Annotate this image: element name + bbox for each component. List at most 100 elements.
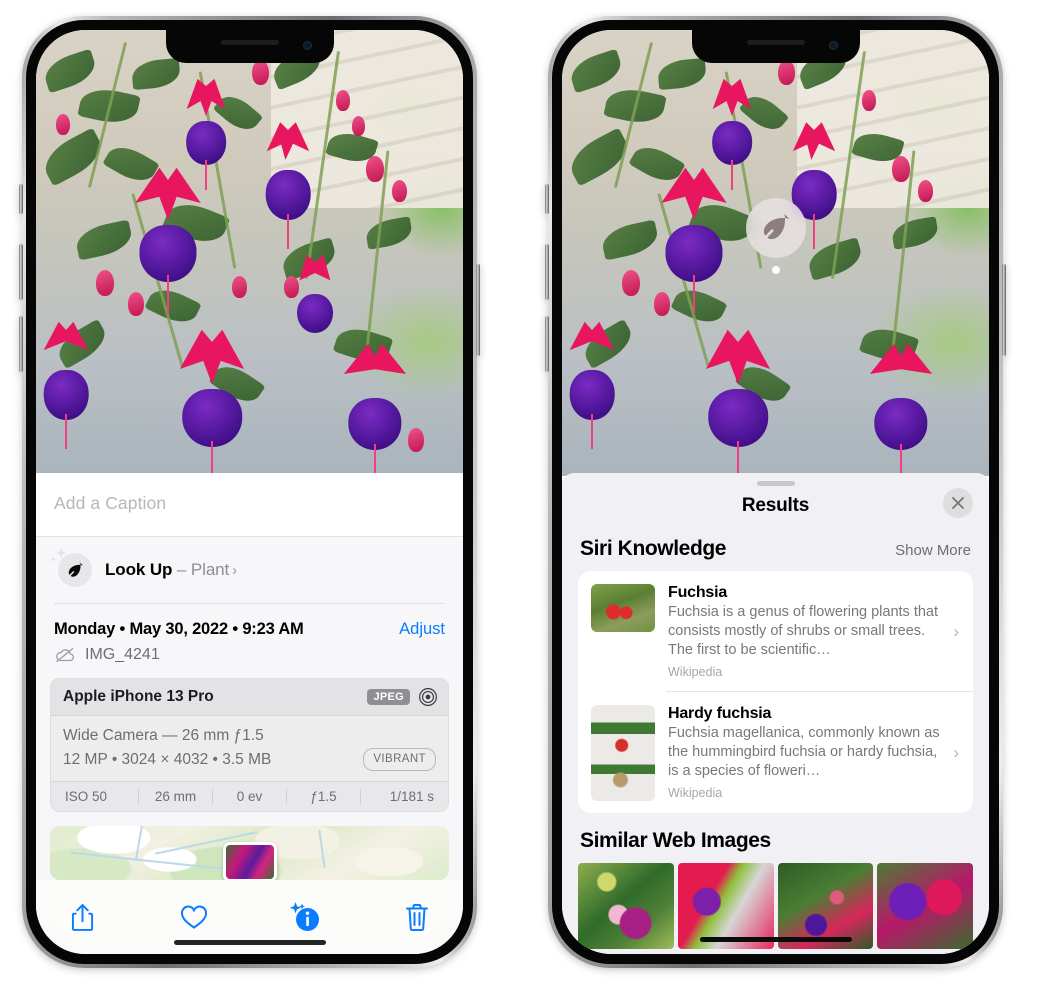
favorite-button[interactable] (172, 897, 216, 937)
info-button[interactable] (283, 897, 327, 937)
heart-icon (180, 905, 207, 929)
notch (691, 30, 860, 63)
caption-field[interactable]: Add a Caption (36, 473, 463, 537)
camera-header-right: JPEG (367, 687, 438, 707)
earpiece-speaker (746, 40, 805, 45)
share-button[interactable] (60, 897, 104, 937)
power-button[interactable] (476, 264, 480, 356)
knowledge-source: Wikipedia (668, 665, 723, 680)
photo-viewer[interactable] (562, 30, 989, 476)
flower (332, 343, 418, 476)
front-camera-icon (828, 41, 838, 50)
flower (648, 167, 740, 314)
flower (690, 329, 786, 476)
flower (858, 343, 944, 476)
show-more-button[interactable]: Show More (895, 542, 971, 559)
siri-knowledge-header: Siri Knowledge Show More (562, 531, 989, 571)
photo-viewer[interactable] (36, 30, 463, 476)
photo-info-sheet: Add a Caption Look Up – Plant › Monday •… (36, 473, 463, 954)
flower (252, 122, 324, 250)
device-bezel: Add a Caption Look Up – Plant › Monday •… (26, 20, 473, 964)
flower (286, 254, 344, 338)
chevron-right-icon: › (953, 621, 959, 641)
trash-icon (405, 903, 428, 931)
web-image-thumbnail[interactable] (877, 862, 973, 949)
camera-aperture-icon (419, 687, 437, 706)
volume-down-button[interactable] (19, 316, 23, 372)
iphone-left: Add a Caption Look Up – Plant › Monday •… (19, 16, 480, 968)
share-icon (71, 903, 93, 931)
iphone-right: Results Siri Knowledge Show More Fuchsia… (545, 16, 1006, 968)
knowledge-thumbnail (591, 704, 655, 801)
knowledge-body: Hardy fuchsia Fuchsia magellanica, commo… (668, 705, 940, 800)
results-sheet: Results Siri Knowledge Show More Fuchsia… (562, 473, 989, 954)
close-button[interactable] (943, 488, 973, 518)
volume-down-button[interactable] (545, 316, 549, 372)
leaf-icon-container (745, 198, 806, 258)
leaf-icon (763, 213, 789, 240)
camera-body: Wide Camera — 26 mm ƒ1.5 12 MP • 3024 × … (51, 715, 448, 781)
map-photo-pin[interactable] (222, 842, 277, 880)
screen-right: Results Siri Knowledge Show More Fuchsia… (562, 30, 989, 954)
volume-up-button[interactable] (545, 244, 549, 300)
home-indicator[interactable] (173, 940, 326, 945)
flower (562, 321, 628, 450)
knowledge-description: Fuchsia is a genus of flowering plants t… (668, 604, 939, 659)
close-icon (952, 497, 964, 509)
photo-date: Monday • May 30, 2022 • 9:23 AM (54, 619, 304, 638)
look-up-subject: Plant (190, 560, 230, 579)
similar-web-images-row[interactable] (562, 862, 989, 949)
device-bezel: Results Siri Knowledge Show More Fuchsia… (552, 20, 999, 964)
adjust-button[interactable]: Adjust (399, 620, 445, 639)
knowledge-source: Wikipedia (668, 786, 723, 801)
date-row: Monday • May 30, 2022 • 9:23 AM Adjust (36, 604, 463, 641)
knowledge-title: Fuchsia (668, 584, 728, 601)
siri-knowledge-card: Fuchsia Fuchsia is a genus of flowering … (578, 571, 973, 813)
results-header: Results (562, 486, 989, 531)
web-image-thumbnail[interactable] (777, 862, 874, 949)
list-item[interactable]: Hardy fuchsia Fuchsia magellanica, commo… (578, 692, 973, 813)
visual-lookup-badge[interactable] (745, 198, 806, 274)
power-button[interactable] (1002, 264, 1006, 356)
exif-focal: 26 mm (154, 788, 197, 804)
web-image-thumbnail[interactable] (578, 862, 674, 949)
volume-up-button[interactable] (19, 244, 23, 300)
section-title-similar-web-images: Similar Web Images (580, 828, 771, 852)
flower (164, 329, 260, 476)
look-up-title: Look Up (105, 560, 173, 579)
similar-web-images-header: Similar Web Images (562, 813, 989, 861)
list-item[interactable]: Fuchsia Fuchsia is a genus of flowering … (578, 571, 973, 691)
camera-lens: Wide Camera — 26 mm ƒ1.5 (63, 726, 264, 744)
filename: IMG_4241 (85, 645, 160, 663)
delete-button[interactable] (395, 897, 439, 937)
exif-iso: ISO 50 (65, 788, 108, 804)
filename-row: IMG_4241 (36, 641, 463, 678)
exif-row: ISO 50 26 mm 0 ev ƒ1.5 1/181 s (51, 780, 448, 811)
map-pin-thumbnail (225, 845, 274, 879)
photo-toolbar (36, 880, 463, 954)
mute-switch[interactable] (545, 184, 549, 214)
mute-switch[interactable] (19, 184, 23, 214)
notch (165, 30, 334, 63)
sparkles-icon (48, 547, 72, 571)
flower (36, 321, 102, 450)
exif-ev: 0 ev (236, 788, 263, 804)
screenshot-stage: Add a Caption Look Up – Plant › Monday •… (0, 0, 1055, 985)
icloud-slash-icon (56, 647, 74, 662)
earpiece-speaker (220, 40, 279, 45)
knowledge-thumbnail (591, 584, 655, 632)
camera-header: Apple iPhone 13 Pro JPEG (51, 678, 448, 716)
knowledge-title: Hardy fuchsia (668, 704, 772, 722)
flower (122, 167, 214, 314)
exif-aperture: ƒ1.5 (310, 788, 337, 804)
screen-left: Add a Caption Look Up – Plant › Monday •… (36, 30, 463, 954)
camera-info-card[interactable]: Apple iPhone 13 Pro JPEG Wide Camera — 2… (50, 677, 449, 812)
location-map[interactable] (50, 825, 449, 880)
section-title-siri-knowledge: Siri Knowledge (580, 537, 727, 560)
home-indicator[interactable] (699, 937, 852, 942)
chevron-right-icon: › (232, 562, 238, 579)
flower (174, 78, 238, 191)
web-image-thumbnail[interactable] (677, 862, 774, 949)
look-up-row[interactable]: Look Up – Plant › (36, 537, 463, 603)
info-sparkle-icon (290, 902, 320, 931)
